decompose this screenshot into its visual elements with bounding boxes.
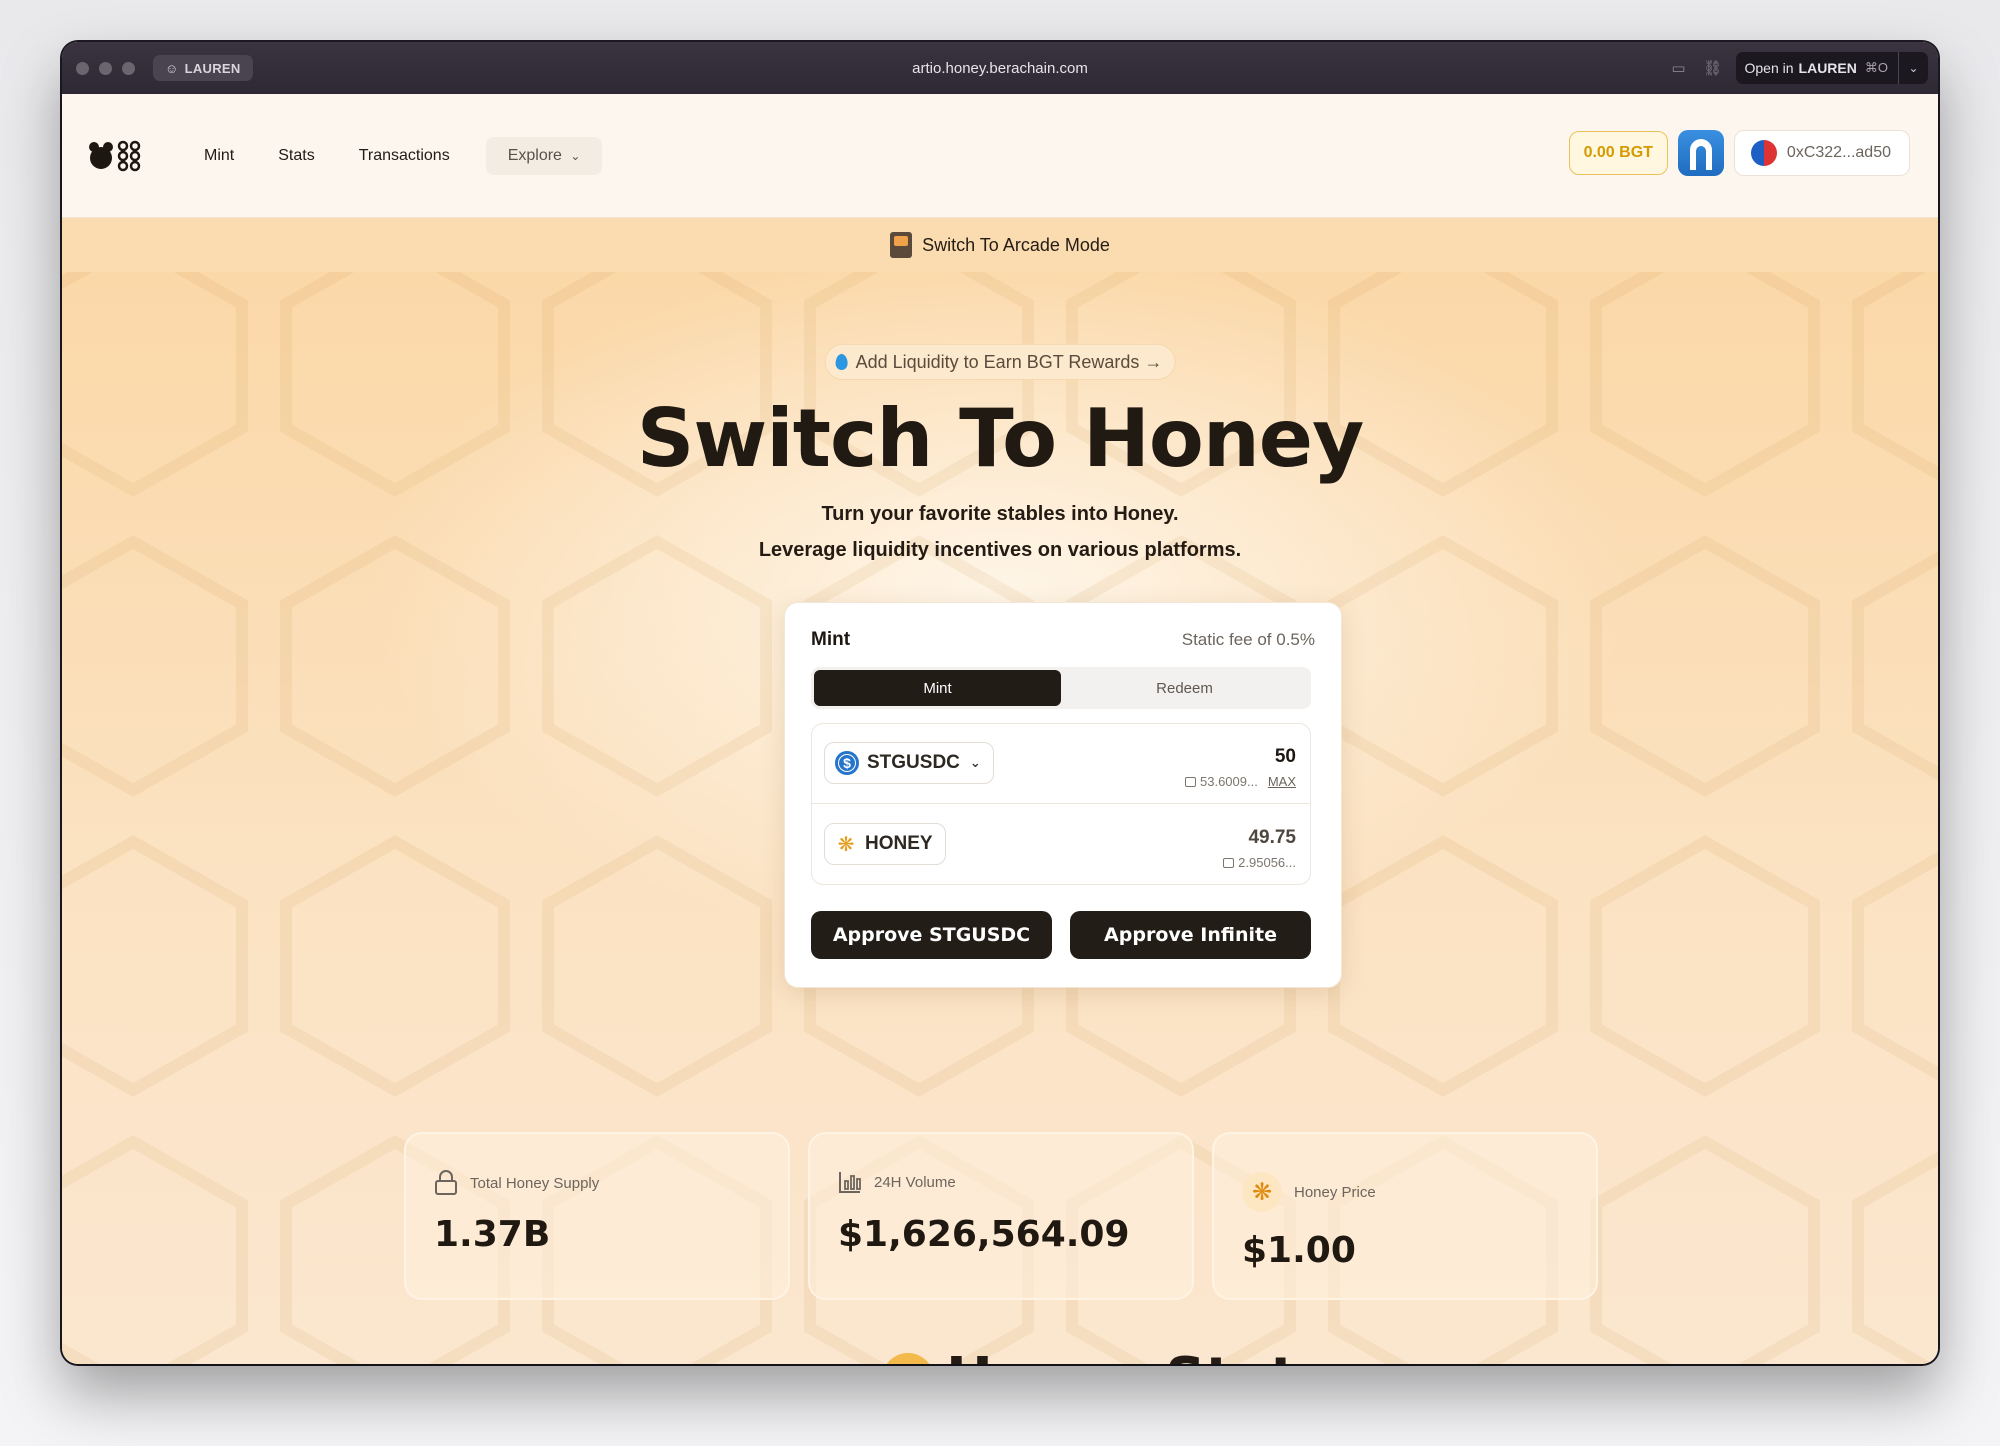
browser-window: ☺ LAUREN artio.honey.berachain.com ▭ ⛓ O… xyxy=(62,42,1938,1364)
arcade-mode-label: Switch To Arcade Mode xyxy=(922,234,1110,255)
stat-card-price: ❋ Honey Price $1.00 xyxy=(1212,1132,1598,1300)
bear-logo-icon xyxy=(89,140,141,171)
bar-chart-icon xyxy=(839,1172,861,1193)
max-button[interactable]: MAX xyxy=(1268,774,1296,789)
to-amount: 49.75 xyxy=(1248,827,1296,848)
stat-value-price: $1.00 xyxy=(1242,1230,1356,1271)
stat-value-volume: $1,626,564.09 xyxy=(838,1214,1130,1255)
mint-redeem-tabs: Mint Redeem xyxy=(811,667,1311,709)
section-heading-peek: Honey Stats xyxy=(882,1346,1330,1364)
stat-card-volume: 24H Volume $1,626,564.09 xyxy=(808,1132,1194,1300)
tab-mint[interactable]: Mint xyxy=(814,670,1061,706)
wallet-icon xyxy=(1223,857,1235,868)
hero-subtitle-line1: Turn your favorite stables into Honey. xyxy=(821,503,1179,525)
tab-redeem[interactable]: Redeem xyxy=(1061,670,1308,706)
stat-label-supply: Total Honey Supply xyxy=(470,1174,600,1192)
berachain-logo[interactable] xyxy=(88,136,144,176)
nav-transactions[interactable]: Transactions xyxy=(337,137,472,175)
to-token-display: ❋ HONEY xyxy=(824,823,946,865)
add-liquidity-label: Add Liquidity to Earn BGT Rewards → xyxy=(855,351,1163,372)
account-address: 0xC322...ad50 xyxy=(1786,144,1891,161)
honey-icon: ❋ xyxy=(837,833,855,856)
app-navbar: Mint Stats Transactions Explore ⌄ 0.00 B… xyxy=(62,94,1938,218)
stat-card-supply: Total Honey Supply 1.37B xyxy=(404,1132,790,1300)
open-in-prefix: Open in xyxy=(1744,60,1794,76)
page-title: Switch To Honey xyxy=(636,392,1364,485)
wallet-icon xyxy=(1185,776,1196,787)
nav-stats[interactable]: Stats xyxy=(256,137,336,175)
avatar xyxy=(1750,140,1777,166)
approve-infinite-button[interactable]: Approve Infinite xyxy=(1070,911,1311,959)
mint-card: Mint Static fee of 0.5% Mint Redeem $ ST… xyxy=(784,602,1342,988)
browser-titlebar: ☺ LAUREN artio.honey.berachain.com ▭ ⛓ O… xyxy=(62,42,1938,94)
nav-explore-label: Explore xyxy=(507,146,562,164)
from-balance-value: 53.6009... xyxy=(1200,774,1258,789)
arcade-mode-banner[interactable]: Switch To Arcade Mode xyxy=(62,218,1938,272)
profile-face-icon: ☺ xyxy=(165,60,179,76)
from-token-select[interactable]: $ STGUSDC ⌄ xyxy=(824,742,994,784)
hero-subtitle-line2: Leverage liquidity incentives on various… xyxy=(758,539,1242,561)
to-balance: 2.95056... xyxy=(1223,855,1296,870)
add-liquidity-pill[interactable]: Add Liquidity to Earn BGT Rewards → xyxy=(824,344,1176,380)
card-title: Mint xyxy=(811,629,851,650)
to-token-row: ❋ HONEY 49.75 2.95056... xyxy=(812,805,1310,885)
window-controls xyxy=(76,61,135,75)
fee-label: Static fee of 0.5% xyxy=(1181,630,1315,649)
wallet-logo-icon xyxy=(1689,139,1712,170)
usdc-icon: $ xyxy=(835,751,859,775)
account-button[interactable]: 0xC322...ad50 xyxy=(1733,130,1910,176)
chevron-down-icon: ⌄ xyxy=(969,755,981,770)
to-balance-value: 2.95056... xyxy=(1238,855,1296,870)
nav-mint[interactable]: Mint xyxy=(182,137,256,175)
close-window-button[interactable] xyxy=(76,61,89,75)
honey-icon: ❋ xyxy=(1242,1172,1282,1212)
chevron-down-icon[interactable]: ⌄ xyxy=(1898,52,1928,84)
stat-label-price: Honey Price xyxy=(1294,1183,1376,1201)
open-in-target: LAUREN xyxy=(1798,60,1857,76)
swap-box: $ STGUSDC ⌄ 50 53.6009... MAX ❋ HONEY 49… xyxy=(811,723,1311,885)
hero-section: Add Liquidity to Earn BGT Rewards → Swit… xyxy=(62,272,1938,1364)
stat-label-volume: 24H Volume xyxy=(874,1173,956,1191)
stat-value-supply: 1.37B xyxy=(434,1214,551,1255)
chevron-down-icon: ⌄ xyxy=(570,148,581,163)
from-amount-input[interactable]: 50 xyxy=(1275,746,1296,768)
bgt-balance-badge[interactable]: 0.00 BGT xyxy=(1568,131,1668,175)
approve-button[interactable]: Approve STGUSDC xyxy=(811,911,1052,959)
arcade-machine-icon xyxy=(890,232,913,258)
open-in-shortcut: ⌘O xyxy=(1864,60,1888,75)
from-token-row: $ STGUSDC ⌄ 50 53.6009... MAX xyxy=(812,724,1310,804)
to-token-symbol: HONEY xyxy=(865,833,933,854)
from-token-symbol: STGUSDC xyxy=(867,752,960,773)
honey-icon xyxy=(882,1352,934,1364)
profile-pill[interactable]: ☺ LAUREN xyxy=(153,55,253,81)
wallet-app-icon[interactable] xyxy=(1677,130,1724,176)
water-drop-icon xyxy=(835,354,848,370)
hero-subtitle: Turn your favorite stables into Honey. L… xyxy=(62,496,1938,568)
address-bar[interactable]: artio.honey.berachain.com xyxy=(912,60,1088,77)
reader-icon[interactable]: ▭ xyxy=(1668,58,1688,78)
section-heading: Honey Stats xyxy=(946,1346,1330,1364)
link-icon[interactable]: ⛓ xyxy=(1702,58,1722,78)
profile-name: LAUREN xyxy=(184,60,241,76)
nav-explore-dropdown[interactable]: Explore ⌄ xyxy=(485,136,603,175)
open-in-button[interactable]: Open in LAUREN ⌘O ⌄ xyxy=(1736,52,1928,84)
nav-links: Mint Stats Transactions Explore ⌄ xyxy=(182,136,603,175)
lock-icon xyxy=(435,1170,457,1195)
zoom-window-button[interactable] xyxy=(122,61,135,75)
minimize-window-button[interactable] xyxy=(99,61,112,75)
from-balance: 53.6009... MAX xyxy=(1185,774,1296,789)
